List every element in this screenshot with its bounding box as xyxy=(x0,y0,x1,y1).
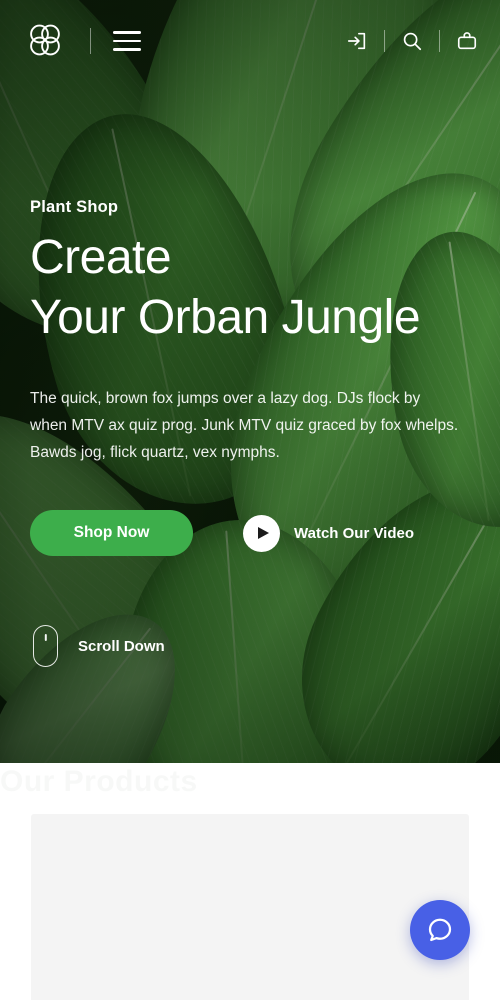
cart-icon[interactable] xyxy=(456,30,478,52)
hero-headline: Create Your Orban Jungle xyxy=(30,231,421,344)
scroll-down-indicator[interactable]: Scroll Down xyxy=(33,625,165,667)
page-root: Plant Shop Create Your Orban Jungle The … xyxy=(0,0,500,1000)
hero-eyebrow: Plant Shop xyxy=(30,198,119,216)
play-icon[interactable] xyxy=(243,514,280,552)
header-right-group xyxy=(346,30,478,52)
watch-video-link[interactable]: Watch Our Video xyxy=(243,514,415,552)
watch-video-label: Watch Our Video xyxy=(294,524,415,542)
hero-section: Plant Shop Create Your Orban Jungle The … xyxy=(0,0,500,763)
scroll-down-label: Scroll Down xyxy=(78,637,165,655)
header-divider xyxy=(384,30,385,52)
mouse-wheel-dot xyxy=(44,634,47,641)
hamburger-line xyxy=(113,31,141,34)
mouse-scroll-icon xyxy=(33,625,58,667)
shop-now-button[interactable]: Shop Now xyxy=(30,510,193,556)
login-icon[interactable] xyxy=(346,30,368,52)
chat-bubble-icon xyxy=(428,918,452,942)
basil-plant-photo xyxy=(85,994,415,1000)
hamburger-menu-button[interactable] xyxy=(113,31,141,51)
search-icon[interactable] xyxy=(401,30,423,52)
products-section: Our Products xyxy=(0,763,500,1000)
hero-cta-row: Shop Now Watch Our Video xyxy=(30,510,414,556)
play-triangle xyxy=(257,527,269,539)
header-left-group xyxy=(22,18,141,64)
hamburger-line xyxy=(113,39,141,43)
product-card[interactable] xyxy=(31,814,469,1000)
clover-logo[interactable] xyxy=(22,18,68,64)
hero-subtext: The quick, brown fox jumps over a lazy d… xyxy=(30,390,459,461)
site-header xyxy=(0,0,500,82)
section-ghost-title: Our Products xyxy=(0,765,198,798)
header-divider xyxy=(90,28,91,54)
hamburger-line xyxy=(113,48,141,51)
header-divider xyxy=(439,30,440,52)
chat-beacon[interactable] xyxy=(410,900,470,960)
